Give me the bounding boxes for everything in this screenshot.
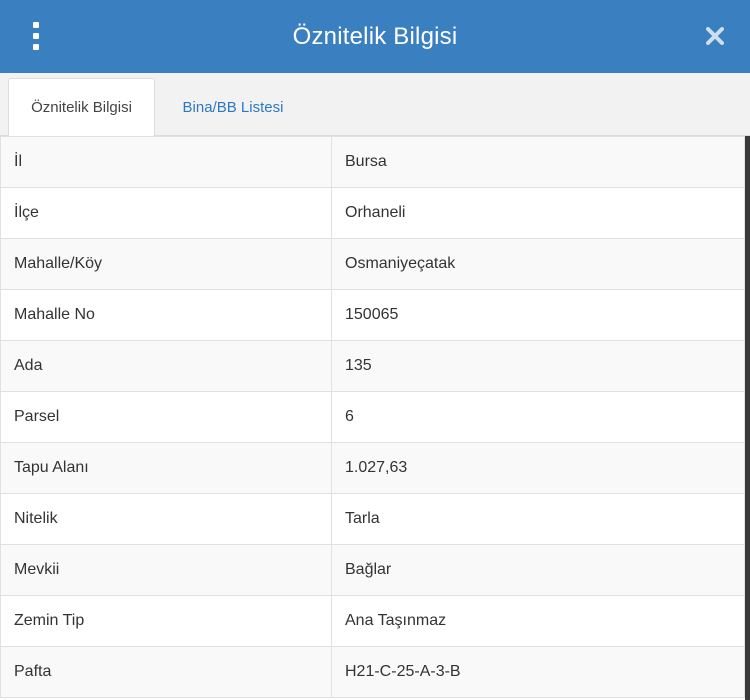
attribute-value: 150065	[331, 289, 745, 341]
vertical-dots-icon[interactable]	[25, 22, 47, 50]
attribute-key: Zemin Tip	[0, 595, 332, 647]
table-row: İl Bursa	[0, 136, 745, 188]
attribute-value: Bursa	[331, 136, 745, 188]
dialog-title: Öznitelik Bilgisi	[292, 22, 458, 50]
attribute-key: Nitelik	[0, 493, 332, 545]
dialog-header: Öznitelik Bilgisi	[0, 0, 750, 73]
table-row: Tapu Alanı 1.027,63	[0, 442, 745, 494]
attribute-value: H21-C-25-A-3-B	[331, 646, 745, 698]
tab-attribute-info[interactable]: Öznitelik Bilgisi	[8, 78, 155, 137]
table-row: Zemin Tip Ana Taşınmaz	[0, 595, 745, 647]
table-row: Mahalle/Köy Osmaniyeçatak	[0, 238, 745, 290]
attribute-value: 6	[331, 391, 745, 443]
attribute-value: Bağlar	[331, 544, 745, 596]
table-row: Mevkii Bağlar	[0, 544, 745, 596]
attribute-value: Tarla	[331, 493, 745, 545]
attribute-key: İl	[0, 136, 332, 188]
tab-building-list[interactable]: Bina/BB Listesi	[158, 78, 308, 136]
attribute-value: 135	[331, 340, 745, 392]
close-icon[interactable]	[704, 25, 726, 47]
attribute-value: 1.027,63	[331, 442, 745, 494]
table-row: İlçe Orhaneli	[0, 187, 745, 239]
tab-bar: Öznitelik Bilgisi Bina/BB Listesi	[0, 73, 750, 137]
window-edge	[745, 136, 750, 700]
attribute-key: Parsel	[0, 391, 332, 443]
menu-dot	[33, 22, 39, 28]
attribute-value: Ana Taşınmaz	[331, 595, 745, 647]
attribute-table: İl Bursa İlçe Orhaneli Mahalle/Köy Osman…	[0, 136, 745, 698]
menu-dot	[33, 33, 39, 39]
table-row: Parsel 6	[0, 391, 745, 443]
table-row: Ada 135	[0, 340, 745, 392]
table-row: Nitelik Tarla	[0, 493, 745, 545]
table-row: Mahalle No 150065	[0, 289, 745, 341]
attribute-key: Mevkii	[0, 544, 332, 596]
attribute-key: Mahalle/Köy	[0, 238, 332, 290]
attribute-key: Mahalle No	[0, 289, 332, 341]
attribute-value: Orhaneli	[331, 187, 745, 239]
attribute-info-dialog: Öznitelik Bilgisi Öznitelik Bilgisi Bina…	[0, 0, 750, 700]
table-row: Pafta H21-C-25-A-3-B	[0, 646, 745, 698]
attribute-key: Tapu Alanı	[0, 442, 332, 494]
menu-dot	[33, 44, 39, 50]
attribute-key: Pafta	[0, 646, 332, 698]
attribute-key: İlçe	[0, 187, 332, 239]
attribute-value: Osmaniyeçatak	[331, 238, 745, 290]
attribute-key: Ada	[0, 340, 332, 392]
